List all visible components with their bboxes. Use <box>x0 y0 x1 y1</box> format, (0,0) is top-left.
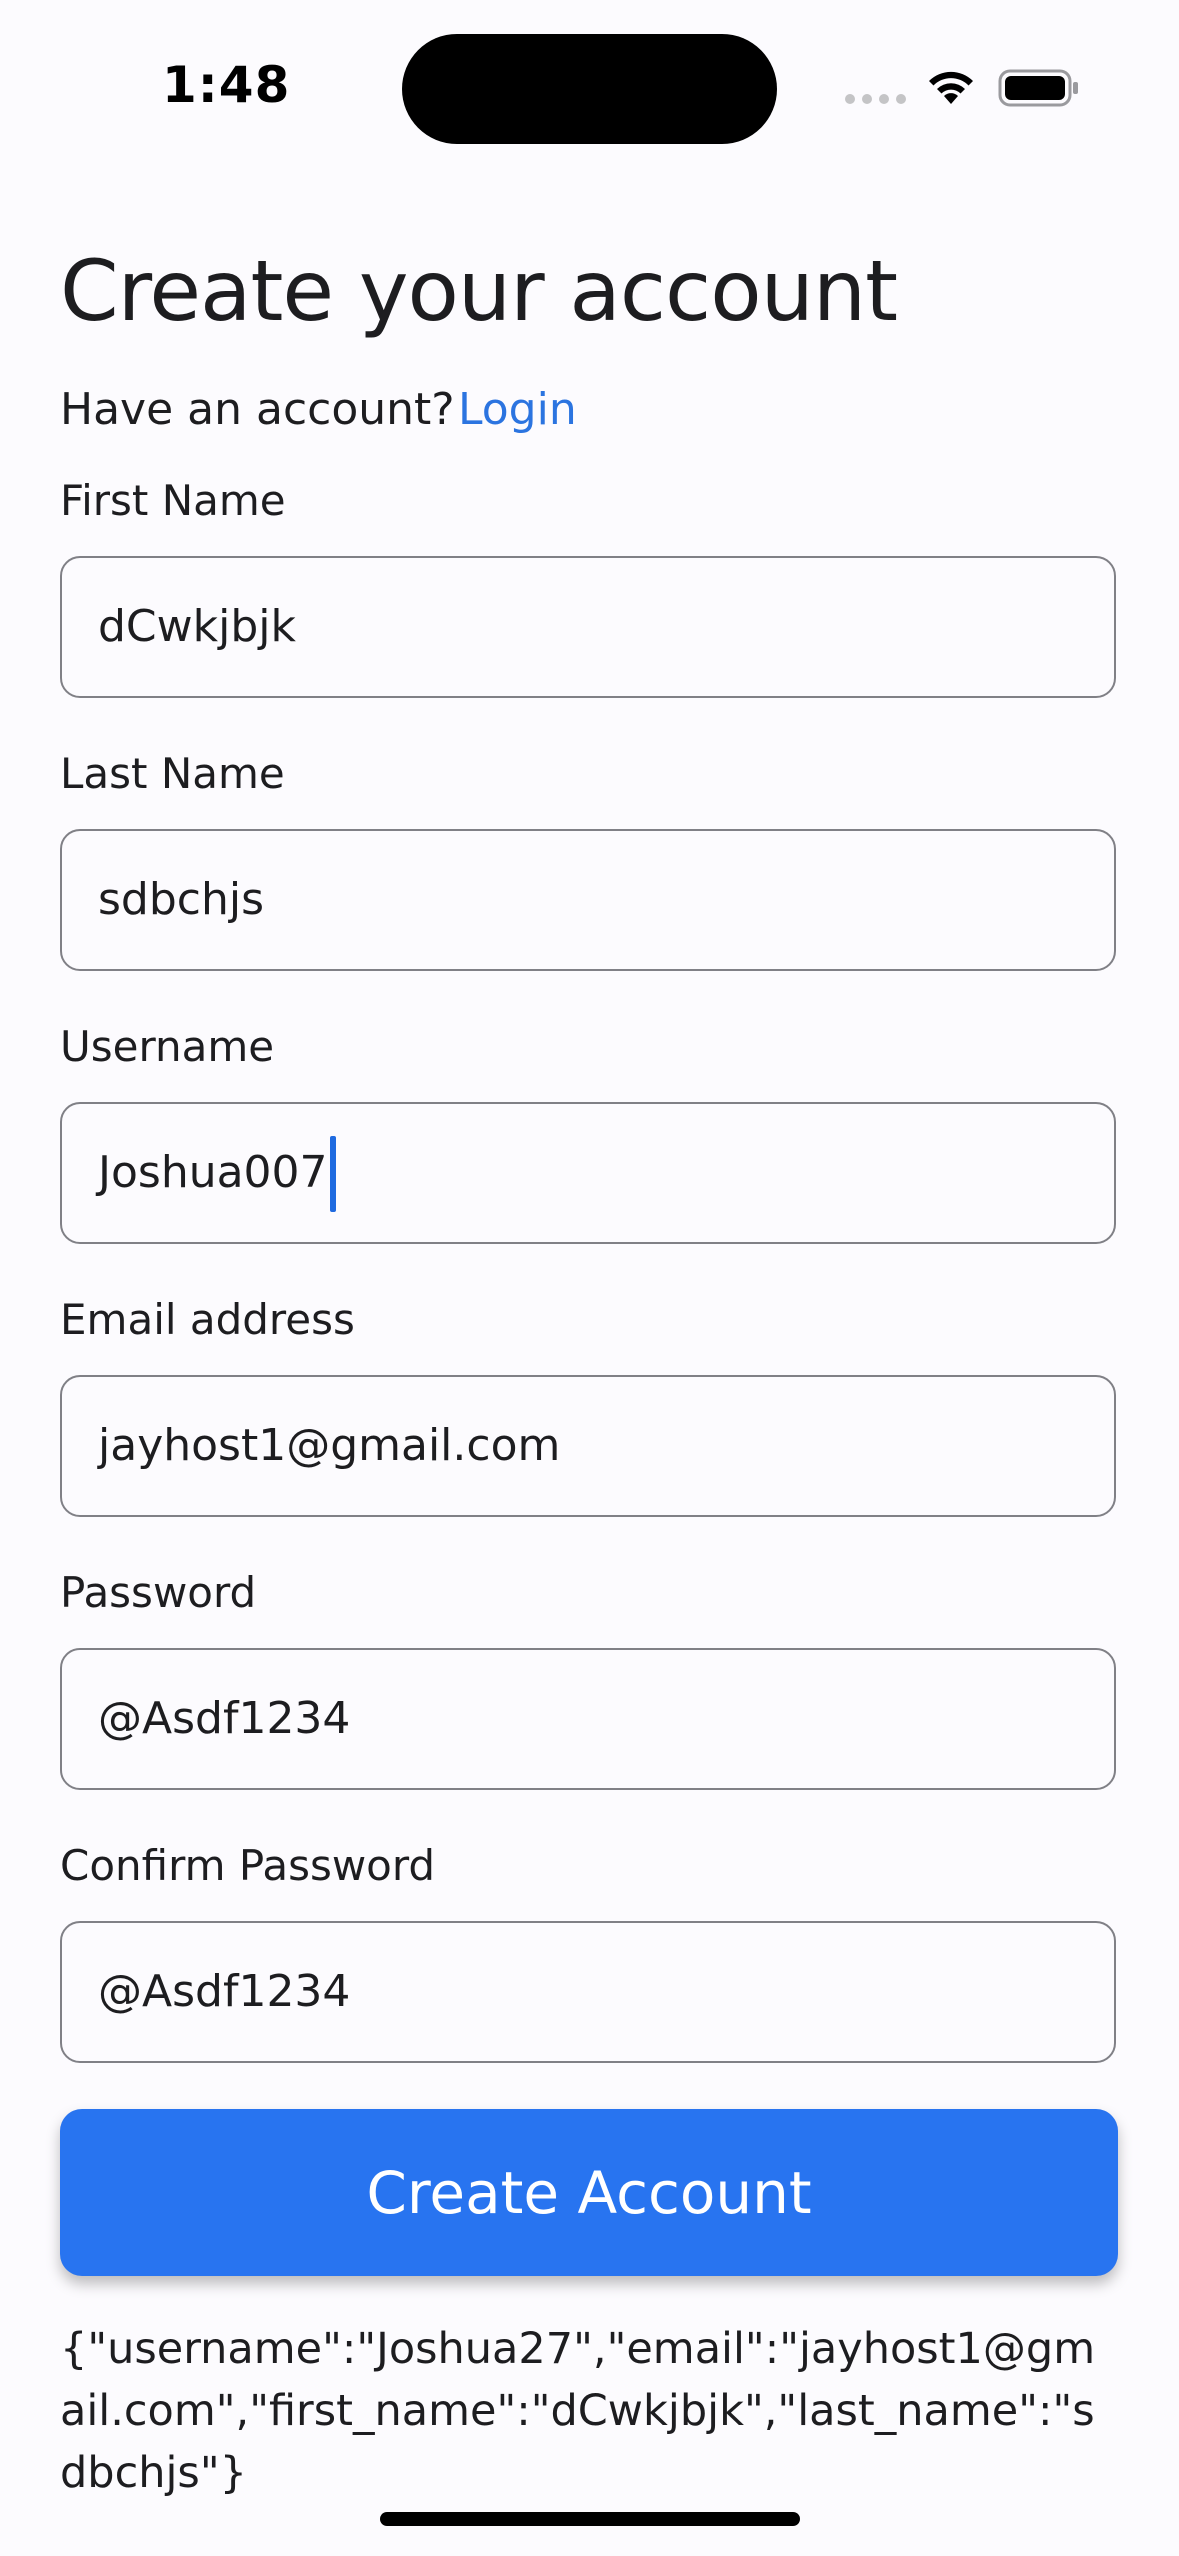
last-name-label: Last Name <box>60 749 285 798</box>
have-account-text: Have an account? <box>60 384 455 435</box>
email-field[interactable]: jayhost1@gmail.com <box>60 1375 1116 1517</box>
page-title: Create your account <box>60 242 898 340</box>
battery-icon <box>998 69 1078 107</box>
confirm-password-value: @Asdf1234 <box>98 1966 351 2017</box>
confirm-password-field[interactable]: @Asdf1234 <box>60 1921 1116 2063</box>
password-field[interactable]: @Asdf1234 <box>60 1648 1116 1790</box>
password-label: Password <box>60 1568 257 1617</box>
signup-screen: 1:48 Create your account Have an account… <box>0 0 1179 2556</box>
username-field[interactable]: Joshua007 <box>60 1102 1116 1244</box>
password-value: @Asdf1234 <box>98 1693 351 1744</box>
first-name-value: dCwkjbjk <box>98 601 296 652</box>
username-value: Joshua007 <box>98 1147 328 1198</box>
create-account-button[interactable]: Create Account <box>60 2109 1118 2276</box>
dynamic-island <box>402 34 777 144</box>
home-indicator[interactable] <box>380 2512 800 2526</box>
response-output: {"username":"Joshua27","email":"jayhost1… <box>60 2324 1096 2498</box>
wifi-icon <box>929 71 973 104</box>
login-link[interactable]: Login <box>458 384 577 435</box>
signal-icon <box>845 94 906 104</box>
text-cursor <box>330 1136 336 1212</box>
last-name-value: sdbchjs <box>98 874 265 925</box>
first-name-field[interactable]: dCwkjbjk <box>60 556 1116 698</box>
email-label: Email address <box>60 1295 355 1344</box>
create-account-label: Create Account <box>366 2158 812 2227</box>
username-label: Username <box>60 1022 275 1071</box>
confirm-password-label: Confirm Password <box>60 1841 436 1890</box>
status-time: 1:48 <box>162 56 291 114</box>
first-name-label: First Name <box>60 476 286 525</box>
email-value: jayhost1@gmail.com <box>98 1420 561 1471</box>
last-name-field[interactable]: sdbchjs <box>60 829 1116 971</box>
